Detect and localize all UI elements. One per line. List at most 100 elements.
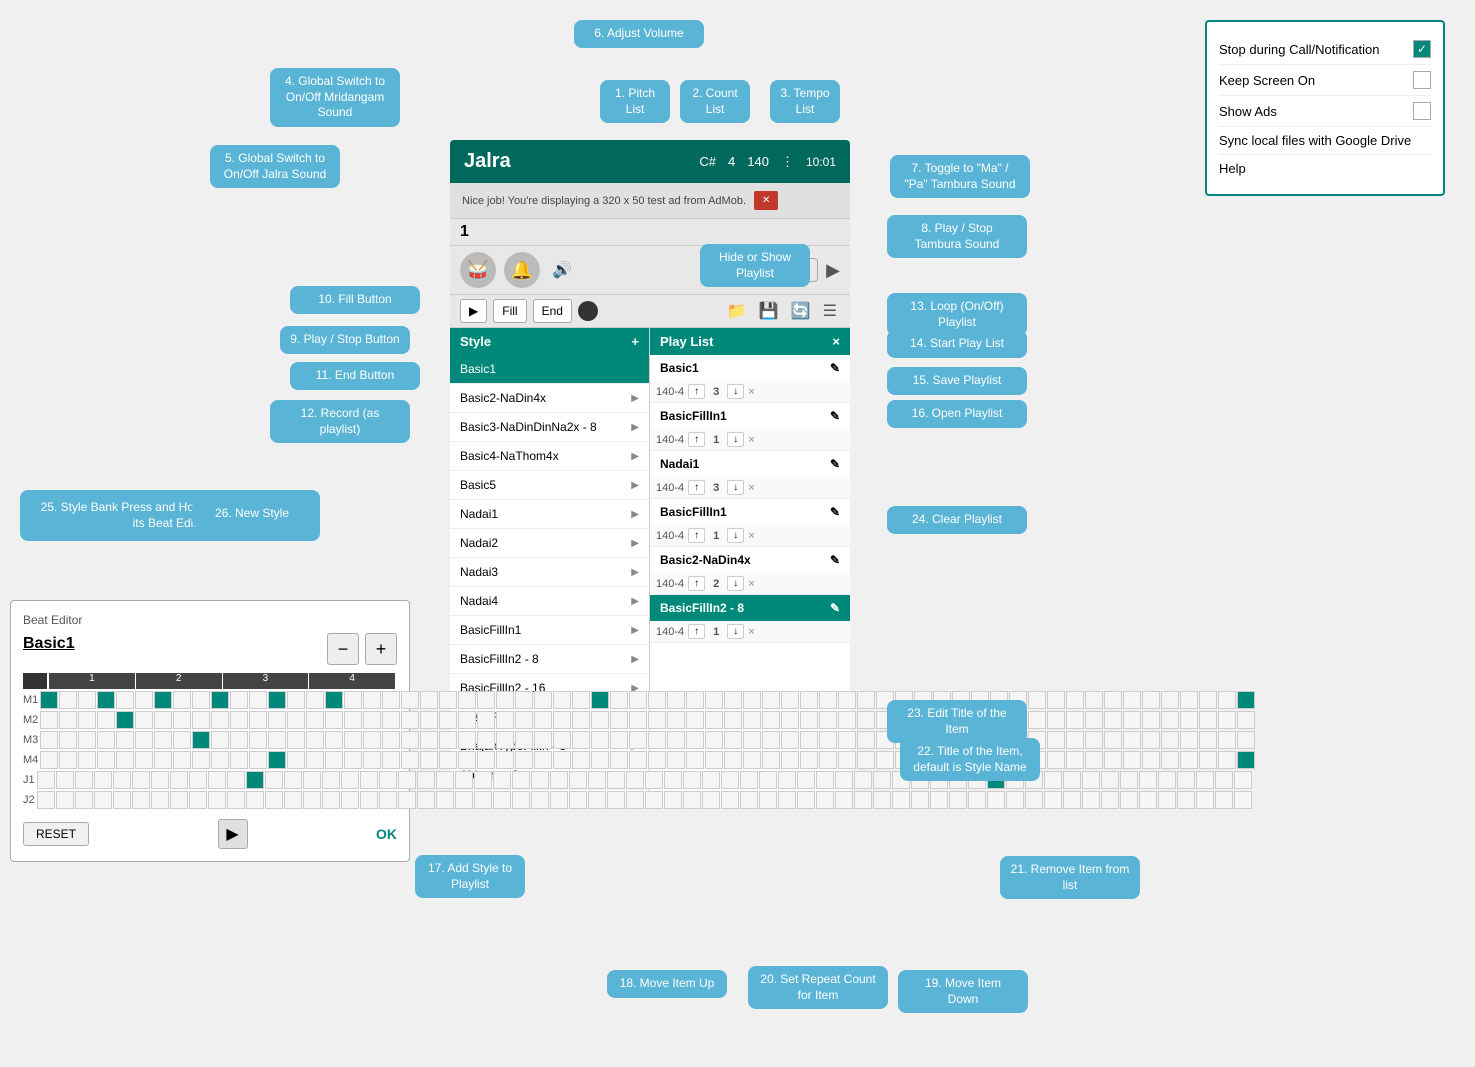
- beat-cell[interactable]: [626, 771, 644, 789]
- beat-cell[interactable]: [382, 751, 400, 769]
- playlist-item-6-edit[interactable]: ✎: [830, 601, 840, 615]
- playlist-close-button[interactable]: ×: [832, 334, 840, 349]
- beat-cell[interactable]: [591, 711, 609, 729]
- beat-cell[interactable]: [1177, 791, 1195, 809]
- beat-cell[interactable]: [211, 751, 229, 769]
- beat-cell[interactable]: [211, 711, 229, 729]
- beat-cell[interactable]: [360, 791, 378, 809]
- playlist-item-3-title[interactable]: Nadai1 ✎: [650, 451, 850, 477]
- beat-cell[interactable]: [1142, 691, 1160, 709]
- beat-cell[interactable]: [1199, 691, 1217, 709]
- beat-cell[interactable]: [230, 731, 248, 749]
- beat-cell[interactable]: [667, 751, 685, 769]
- beat-cell[interactable]: [610, 691, 628, 709]
- beat-cell[interactable]: [360, 771, 378, 789]
- beat-cell[interactable]: [667, 731, 685, 749]
- beat-cell[interactable]: [1066, 731, 1084, 749]
- beat-cell[interactable]: [1123, 751, 1141, 769]
- beat-cell[interactable]: [325, 711, 343, 729]
- beat-cell[interactable]: [645, 771, 663, 789]
- option-show-ads-checkbox[interactable]: [1413, 102, 1431, 120]
- beat-cell[interactable]: [192, 751, 210, 769]
- beat-cell[interactable]: [1142, 751, 1160, 769]
- beat-cell[interactable]: [493, 771, 511, 789]
- beat-cell[interactable]: [116, 731, 134, 749]
- beat-cell[interactable]: [94, 791, 112, 809]
- style-item-basic1[interactable]: Basic1: [450, 355, 649, 384]
- beat-cell[interactable]: [531, 791, 549, 809]
- beat-cell[interactable]: [325, 751, 343, 769]
- beat-cell[interactable]: [588, 771, 606, 789]
- beat-cell[interactable]: [515, 711, 533, 729]
- beat-cell[interactable]: [686, 751, 704, 769]
- beat-cell[interactable]: [113, 791, 131, 809]
- beat-cell[interactable]: [835, 791, 853, 809]
- beat-reset-button[interactable]: RESET: [23, 822, 89, 846]
- beat-cell[interactable]: [1101, 791, 1119, 809]
- beat-cell[interactable]: [496, 731, 514, 749]
- beat-cell[interactable]: [683, 771, 701, 789]
- beat-cell[interactable]: [629, 711, 647, 729]
- playlist-item-2-up[interactable]: ↑: [688, 432, 705, 447]
- beat-cell[interactable]: [762, 731, 780, 749]
- beat-cell[interactable]: [227, 791, 245, 809]
- beat-cell[interactable]: [1085, 751, 1103, 769]
- beat-cell[interactable]: [59, 751, 77, 769]
- beat-cell[interactable]: [743, 731, 761, 749]
- beat-cell[interactable]: [648, 691, 666, 709]
- beat-cell[interactable]: [40, 711, 58, 729]
- beat-cell[interactable]: [778, 771, 796, 789]
- playlist-item-3-edit[interactable]: ✎: [830, 457, 840, 471]
- beat-cell[interactable]: [1025, 791, 1043, 809]
- beat-cell[interactable]: [591, 731, 609, 749]
- style-item-fillin1[interactable]: BasicFillIn1 ▶: [450, 616, 649, 645]
- beat-cell[interactable]: [208, 791, 226, 809]
- beat-cell[interactable]: [816, 791, 834, 809]
- beat-cell[interactable]: [379, 791, 397, 809]
- beat-cell[interactable]: [458, 691, 476, 709]
- beat-cell[interactable]: [1104, 731, 1122, 749]
- beat-cell[interactable]: [173, 751, 191, 769]
- beat-cell[interactable]: [987, 791, 1005, 809]
- beat-cell[interactable]: [686, 691, 704, 709]
- options-menu-icon[interactable]: ⋮: [781, 154, 794, 170]
- beat-cell[interactable]: [1180, 751, 1198, 769]
- beat-cell[interactable]: [322, 791, 340, 809]
- playlist-item-6-up[interactable]: ↑: [688, 624, 705, 639]
- beat-cell[interactable]: [569, 791, 587, 809]
- beat-cell[interactable]: [781, 691, 799, 709]
- beat-cell[interactable]: [458, 731, 476, 749]
- beat-cell[interactable]: [515, 691, 533, 709]
- beat-cell[interactable]: [322, 771, 340, 789]
- style-item-basic5[interactable]: Basic5 ▶: [450, 471, 649, 500]
- beat-cell[interactable]: [284, 791, 302, 809]
- beat-cell[interactable]: [531, 771, 549, 789]
- beat-cell[interactable]: [287, 751, 305, 769]
- beat-cell[interactable]: [1066, 691, 1084, 709]
- beat-cell[interactable]: [1218, 731, 1236, 749]
- beat-cell[interactable]: [249, 711, 267, 729]
- beat-cell[interactable]: [37, 791, 55, 809]
- beat-cell[interactable]: [512, 771, 530, 789]
- beat-cell[interactable]: [458, 751, 476, 769]
- beat-cell[interactable]: [37, 771, 55, 789]
- beat-cell[interactable]: [192, 691, 210, 709]
- beat-cell[interactable]: [154, 731, 172, 749]
- beat-cell[interactable]: [1142, 711, 1160, 729]
- refresh-icon[interactable]: 🔄: [791, 301, 811, 321]
- beat-cell[interactable]: [287, 731, 305, 749]
- beat-cell[interactable]: [781, 751, 799, 769]
- beat-cell[interactable]: [439, 751, 457, 769]
- beat-cell[interactable]: [268, 751, 286, 769]
- beat-cell[interactable]: [534, 731, 552, 749]
- beat-ok-button[interactable]: OK: [376, 826, 397, 842]
- beat-cell[interactable]: [455, 771, 473, 789]
- beat-cell[interactable]: [1066, 711, 1084, 729]
- beat-cell[interactable]: [420, 711, 438, 729]
- beat-cell[interactable]: [97, 751, 115, 769]
- style-item-nadai2[interactable]: Nadai2 ▶: [450, 529, 649, 558]
- beat-cell[interactable]: [401, 731, 419, 749]
- beat-cell[interactable]: [645, 791, 663, 809]
- beat-cell[interactable]: [477, 691, 495, 709]
- style-item-basic2[interactable]: Basic2-NaDin4x ▶: [450, 384, 649, 413]
